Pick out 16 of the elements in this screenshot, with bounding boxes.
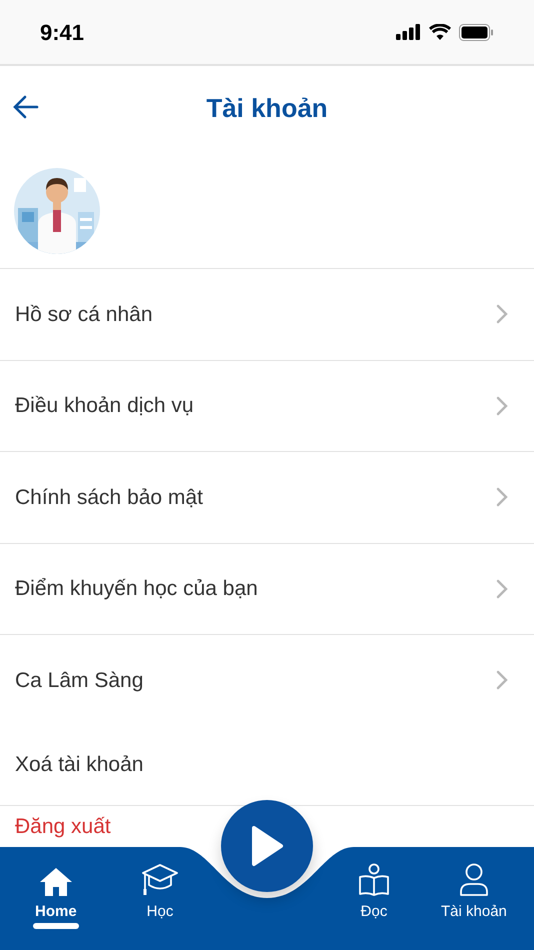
- page-title: Tài khoản: [206, 92, 328, 124]
- wifi-icon: [429, 24, 451, 40]
- graduation-cap-icon: [141, 863, 179, 897]
- tab-item[interactable]: Home: [31, 861, 81, 924]
- book-reader-icon: [358, 863, 390, 897]
- home-icon: [38, 867, 73, 897]
- signal-icon: [396, 24, 421, 40]
- tab-item[interactable]: Đọc: [354, 861, 394, 924]
- status-time: 9:41: [40, 18, 84, 46]
- person-icon: [458, 863, 489, 897]
- play-icon: [250, 825, 284, 867]
- battery-icon: [459, 24, 494, 40]
- back-button[interactable]: [12, 93, 40, 121]
- tab-item[interactable]: Tài khoản: [437, 861, 511, 924]
- logout-item[interactable]: Đăng xuất: [15, 814, 111, 839]
- tab-item[interactable]: Học: [137, 861, 183, 924]
